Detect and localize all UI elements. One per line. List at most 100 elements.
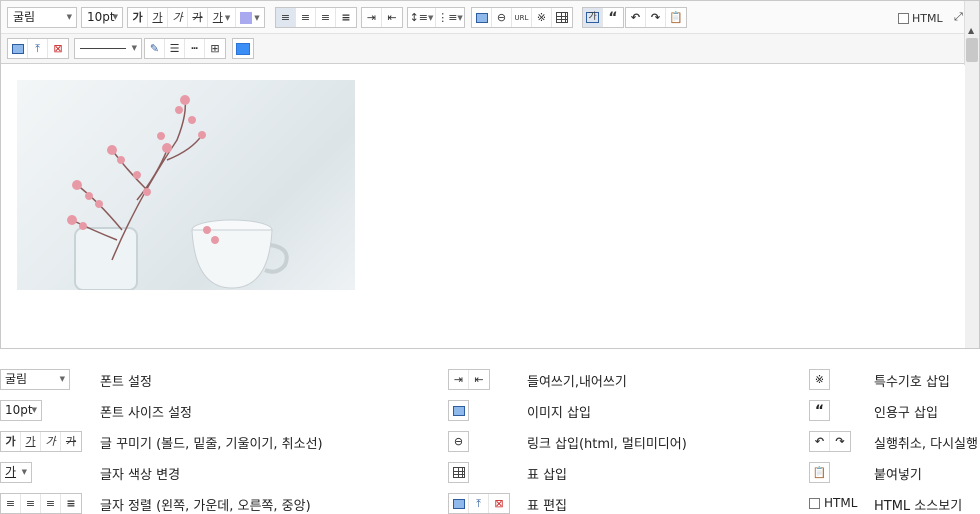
line-height-icon: ↕≡ [409, 11, 429, 24]
underline-icon: 가 [152, 11, 163, 24]
clipboard-icon: 📋 [812, 466, 827, 479]
chevron-down-icon: ▼ [131, 44, 137, 52]
insert-image-button[interactable] [472, 8, 492, 27]
table-insert-row-button[interactable]: ⤒ [28, 39, 48, 58]
underline-button[interactable]: 가 [148, 8, 168, 27]
border-color-button[interactable]: ✎ [145, 39, 165, 58]
line-height-button[interactable]: ↕≡ ▼ [408, 8, 436, 27]
align-left-icon: ≡ [1, 494, 21, 513]
legend-size-value: 10pt [5, 403, 33, 417]
insert-table-button[interactable] [552, 8, 572, 27]
quote-button[interactable]: “ [603, 8, 623, 27]
chevron-down-icon: ▼ [254, 13, 260, 22]
undo-icon: ↶ [630, 11, 641, 24]
table-properties-icon [11, 43, 24, 54]
format-group: 가 “ [582, 7, 624, 28]
legend-bold-icon: 가 [1, 432, 21, 451]
legend-special-char-icon: ※ [809, 369, 830, 390]
align-group: ≡ ≡ ≡ ≡ [275, 7, 357, 28]
align-justify-button[interactable]: ≡ [336, 8, 356, 27]
link-icon: ⊖ [453, 435, 464, 448]
html-checkbox[interactable] [898, 13, 909, 24]
legend-label-align: 글자 정렬 (왼쪽, 가운데, 오른쪽, 중앙) [100, 499, 311, 514]
cell-color-group [232, 38, 254, 59]
legend-history-group: ↶ ↷ [809, 431, 851, 452]
legend-label-paste: 붙여넣기 [874, 468, 922, 483]
table-properties-icon [449, 494, 469, 513]
text-box-button[interactable]: 가 [583, 8, 603, 27]
border-dash-button[interactable]: ┅ [185, 39, 205, 58]
legend-label-image: 이미지 삽입 [527, 406, 591, 421]
font-family-select[interactable]: 굴림 ▼ [7, 7, 77, 28]
cell-color-button[interactable] [233, 39, 253, 58]
special-char-button[interactable]: ※ [532, 8, 552, 27]
insert-url-button[interactable]: URL [512, 8, 532, 27]
list-button[interactable]: ⋮≡ ▼ [436, 8, 464, 27]
legend-label-link: 링크 삽입(html, 멀티미디어) [527, 437, 687, 452]
table-delete-button[interactable]: ⊠ [48, 39, 68, 58]
legend-label-table-edit: 표 편집 [527, 499, 568, 514]
table-edit-group: ⤒ ⊠ [7, 38, 69, 59]
legend-label-quote: 인용구 삽입 [874, 406, 938, 421]
insert-row-icon: ⤒ [35, 42, 40, 55]
undo-button[interactable]: ↶ [626, 8, 646, 27]
outdent-icon: ⇤ [474, 373, 484, 386]
clipboard-icon: 📋 [669, 11, 683, 24]
quote-icon: “ [608, 9, 618, 26]
numbered-list-icon: ⋮≡ [437, 11, 458, 24]
table-icon [556, 12, 568, 23]
legend-size-select: 10pt ▼ [0, 400, 42, 421]
paste-button[interactable]: 📋 [666, 8, 686, 27]
redo-button[interactable]: ↷ [646, 8, 666, 27]
border-width-button[interactable]: ☰ [165, 39, 185, 58]
font-size-select[interactable]: 10pt ▼ [81, 7, 123, 28]
chevron-down-icon: ▼ [112, 13, 118, 21]
legend-label-font: 폰트 설정 [100, 375, 152, 390]
insert-group: ⊖ URL ※ [471, 7, 573, 28]
font-color-button[interactable]: 가 ▼ [208, 8, 236, 27]
cell-grid-button[interactable]: ⊞ [205, 39, 225, 58]
editor-scrollbar[interactable]: ▲ [964, 1, 979, 348]
chevron-down-icon: ▼ [66, 13, 72, 21]
align-right-button[interactable]: ≡ [316, 8, 336, 27]
border-style-select[interactable]: ▼ [74, 38, 142, 59]
legend-label-color: 글자 색상 변경 [100, 468, 181, 483]
align-left-button[interactable]: ≡ [276, 8, 296, 27]
toolbar-row-2: ⤒ ⊠ ▼ ✎ ☰ ┅ ⊞ [1, 34, 965, 64]
italic-button[interactable]: 가 [168, 8, 188, 27]
editor-content-area[interactable] [1, 65, 965, 348]
html-checkbox [809, 497, 820, 509]
bold-button[interactable]: 가 [128, 8, 148, 27]
chevron-down-icon: ▼ [224, 13, 231, 22]
insert-link-button[interactable]: ⊖ [492, 8, 512, 27]
border-group: ✎ ☰ ┅ ⊞ [144, 38, 226, 59]
strikethrough-icon: 가 [65, 435, 77, 448]
legend-label-style: 글 꾸미기 (볼드, 밑줄, 기울이기, 취소선) [100, 437, 323, 452]
legend-label-indent: 들여쓰기,내어쓰기 [527, 375, 627, 390]
grid-icon: ⊞ [210, 42, 220, 55]
scrollbar-thumb[interactable] [966, 38, 978, 62]
strikethrough-icon: 가 [192, 11, 203, 24]
chevron-down-icon: ▼ [428, 13, 434, 22]
scroll-up-icon[interactable]: ▲ [968, 26, 974, 35]
align-center-icon: ≡ [21, 494, 41, 513]
font-size-value: 10pt [87, 10, 115, 24]
indent-button[interactable]: ⇥ [362, 8, 382, 27]
table-prop-button[interactable] [8, 39, 28, 58]
fullscreen-icon[interactable]: ⤢ [954, 10, 963, 24]
outdent-button[interactable]: ⇤ [382, 8, 402, 27]
legend-label-size: 폰트 사이즈 설정 [100, 406, 192, 421]
redo-icon: ↷ [650, 11, 661, 24]
legend-font-select: 굴림 ▼ [0, 369, 70, 390]
legend-align-group: ≡ ≡ ≡ ≡ [0, 493, 82, 514]
background-color-button[interactable]: ▼ [236, 8, 264, 27]
align-center-button[interactable]: ≡ [296, 8, 316, 27]
pen-icon: ✎ [149, 42, 160, 55]
special-char-icon: ※ [814, 373, 825, 386]
legend-label-undo: 실행취소, 다시실행 [874, 437, 978, 452]
align-justify-icon: ≡ [341, 11, 351, 24]
strikethrough-button[interactable]: 가 [188, 8, 208, 27]
html-source-toggle[interactable]: HTML [898, 12, 943, 25]
text-box-icon: 가 [586, 12, 599, 23]
cell-color-swatch-icon [236, 42, 250, 55]
